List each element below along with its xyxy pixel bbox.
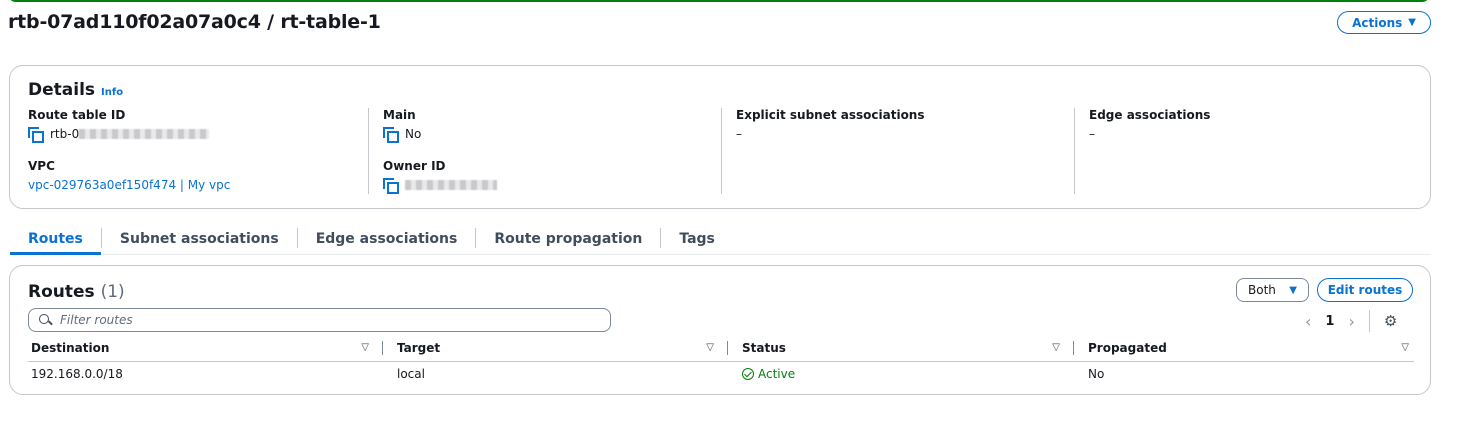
filter-routes-input[interactable] xyxy=(60,313,580,327)
route-table-id-text: rtb-0 xyxy=(50,127,80,141)
page-number[interactable]: 1 xyxy=(1325,314,1334,329)
cell-propagated: No xyxy=(1088,367,1105,381)
edit-routes-button[interactable]: Edit routes xyxy=(1317,278,1413,302)
details-column-1: Route table ID rtb-0 VPC vpc-029763a0ef1… xyxy=(28,108,368,194)
column-header-propagated[interactable]: Propagated ▽ xyxy=(1074,338,1414,361)
owner-id-field: Owner ID xyxy=(383,159,721,194)
details-header: Details Info xyxy=(28,80,123,100)
routes-panel: Routes (1) Both ▼ Edit routes ‹ 1 › ⚙ De… xyxy=(9,265,1431,395)
owner-id-label: Owner ID xyxy=(383,159,446,173)
search-icon xyxy=(39,313,52,327)
column-label: Destination xyxy=(31,341,110,355)
vpc-field: VPC vpc-029763a0ef150f474 | My vpc xyxy=(28,159,368,193)
explicit-subnet-value: – xyxy=(736,127,742,141)
redacted-block xyxy=(405,180,497,190)
tab-route-propagation[interactable]: Route propagation xyxy=(476,228,662,248)
tab-subnet-associations[interactable]: Subnet associations xyxy=(102,228,298,248)
details-column-3: Explicit subnet associations – xyxy=(721,108,1074,194)
routes-title-text: Routes xyxy=(28,282,95,302)
routes-title: Routes (1) xyxy=(28,282,125,302)
info-link[interactable]: Info xyxy=(101,87,123,98)
cell-status: Active xyxy=(728,364,1074,386)
edge-associations-label: Edge associations xyxy=(1089,108,1211,122)
copy-icon[interactable] xyxy=(383,178,399,194)
column-label: Propagated xyxy=(1088,341,1167,355)
column-header-status[interactable]: Status ▽ xyxy=(728,338,1074,361)
actions-label: Actions xyxy=(1352,15,1403,30)
tab-routes[interactable]: Routes xyxy=(10,228,102,255)
main-label: Main xyxy=(383,108,416,122)
table-header: Destination ▽ Target ▽ Status ▽ Propagat… xyxy=(28,338,1414,362)
propagation-filter-select[interactable]: Both ▼ xyxy=(1236,278,1309,302)
copy-icon[interactable] xyxy=(383,127,399,143)
vpc-link[interactable]: vpc-029763a0ef150f474 | My vpc xyxy=(28,178,230,192)
page-title: rtb-07ad110f02a07a0c4 / rt-table-1 xyxy=(8,11,381,33)
sort-icon[interactable]: ▽ xyxy=(1052,342,1060,353)
column-header-target[interactable]: Target ▽ xyxy=(383,338,728,361)
caret-down-icon: ▼ xyxy=(1289,284,1297,296)
details-column-4: Edge associations – xyxy=(1074,108,1414,194)
prev-page-icon[interactable]: ‹ xyxy=(1305,312,1311,331)
explicit-subnet-label: Explicit subnet associations xyxy=(736,108,925,122)
actions-button[interactable]: Actions ▼ xyxy=(1337,11,1431,34)
success-flash-bar xyxy=(8,0,1430,2)
sort-icon[interactable]: ▽ xyxy=(706,342,714,353)
edge-associations-value: – xyxy=(1089,127,1095,141)
check-circle-icon xyxy=(742,368,754,380)
gear-icon[interactable]: ⚙ xyxy=(1384,312,1397,330)
main-value: No xyxy=(405,127,422,141)
routes-count: (1) xyxy=(100,282,125,302)
select-value: Both xyxy=(1248,283,1276,297)
pagination-divider xyxy=(1368,310,1370,332)
cell-destination: 192.168.0.0/18 xyxy=(31,367,123,381)
route-table-id-value: rtb-0 xyxy=(28,126,368,143)
cell-target: local xyxy=(397,367,425,381)
status-text: Active xyxy=(758,367,796,381)
details-column-2: Main No Owner ID xyxy=(368,108,721,194)
tab-edge-associations[interactable]: Edge associations xyxy=(298,228,477,248)
details-panel: Details Info Route table ID rtb-0 VPC vp… xyxy=(9,65,1431,209)
pagination: ‹ 1 › ⚙ xyxy=(1305,310,1397,332)
next-page-icon[interactable]: › xyxy=(1348,312,1354,331)
route-table-id-field: Route table ID rtb-0 xyxy=(28,108,368,143)
sort-icon[interactable]: ▽ xyxy=(1401,342,1409,353)
filter-routes-input-wrapper[interactable] xyxy=(28,308,611,332)
main-field: Main No xyxy=(383,108,721,143)
details-title: Details xyxy=(28,80,96,100)
column-label: Status xyxy=(742,341,786,355)
column-label: Target xyxy=(397,341,441,355)
redacted-block xyxy=(79,129,210,139)
copy-icon[interactable] xyxy=(28,127,44,143)
sort-icon[interactable]: ▽ xyxy=(361,342,369,353)
tab-tags[interactable]: Tags xyxy=(661,228,733,248)
tab-bar: Routes Subnet associations Edge associat… xyxy=(10,226,1431,255)
route-table-id-label: Route table ID xyxy=(28,108,126,122)
vpc-label: VPC xyxy=(28,159,55,173)
column-header-destination[interactable]: Destination ▽ xyxy=(28,338,383,361)
caret-down-icon: ▼ xyxy=(1408,17,1416,28)
table-row: 192.168.0.0/18 local Active No xyxy=(28,364,1414,386)
